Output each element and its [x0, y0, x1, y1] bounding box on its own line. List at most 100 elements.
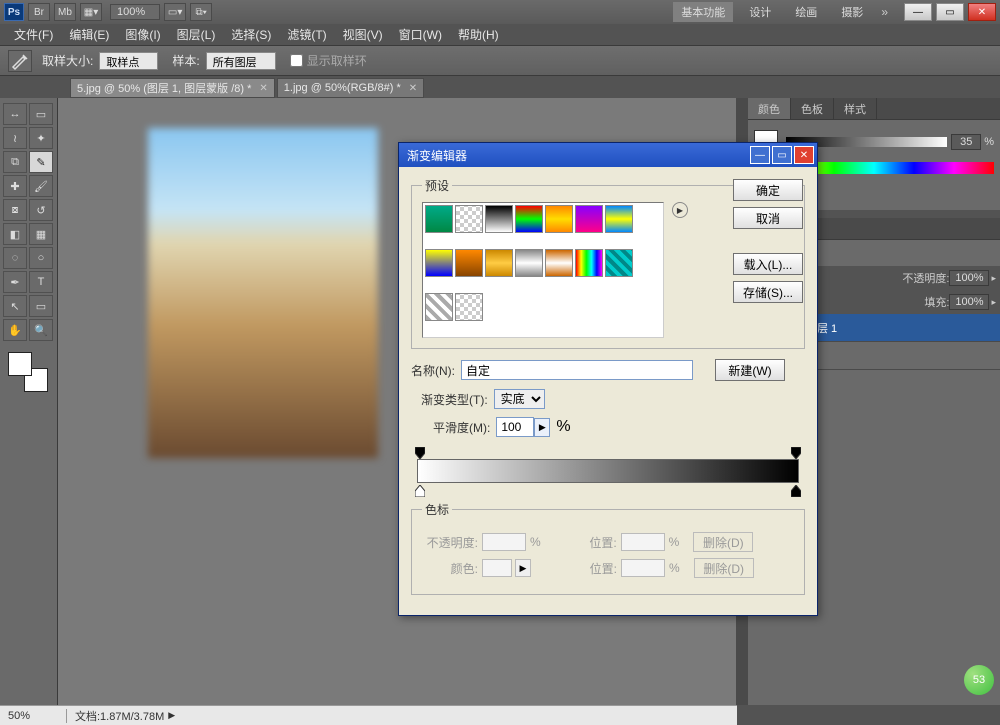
- screen-mode-button[interactable]: ▭▾: [164, 3, 186, 21]
- preset-swatch[interactable]: [455, 205, 483, 233]
- gradient-name-field[interactable]: [461, 360, 693, 380]
- move-tool[interactable]: ↔: [3, 103, 27, 125]
- save-button[interactable]: 存储(S)...: [733, 281, 803, 303]
- fg-bg-swatches[interactable]: [8, 352, 48, 392]
- smoothness-field[interactable]: [496, 417, 534, 437]
- preset-swatch[interactable]: [485, 249, 513, 277]
- gradient-type-select[interactable]: 实底: [494, 389, 545, 409]
- arrange-docs-button[interactable]: ▦▾: [80, 3, 102, 21]
- hand-tool[interactable]: ✋: [3, 319, 27, 341]
- fill-field[interactable]: 100%: [949, 294, 989, 310]
- dialog-close-button[interactable]: ✕: [794, 146, 814, 164]
- menu-filter[interactable]: 滤镜(T): [279, 24, 334, 45]
- pen-tool[interactable]: ✒: [3, 271, 27, 293]
- preset-swatch[interactable]: [545, 205, 573, 233]
- swatches-tab[interactable]: 色板: [791, 98, 834, 119]
- gradient-bar[interactable]: [411, 445, 805, 501]
- doc-tab-1[interactable]: 5.jpg @ 50% (图层 1, 图层蒙版 /8) *✕: [70, 78, 275, 98]
- chevron-right-icon[interactable]: ▶: [168, 710, 175, 721]
- menu-window[interactable]: 窗口(W): [391, 24, 450, 45]
- new-button[interactable]: 新建(W): [715, 359, 785, 381]
- preset-swatch[interactable]: [425, 293, 453, 321]
- color-value[interactable]: 35: [951, 134, 981, 150]
- preset-swatch[interactable]: [425, 249, 453, 277]
- doc-tab-2[interactable]: 1.jpg @ 50%(RGB/8#) *✕: [277, 78, 424, 98]
- color-tab[interactable]: 颜色: [748, 98, 791, 119]
- close-icon[interactable]: ✕: [259, 83, 267, 94]
- preset-swatch[interactable]: [545, 249, 573, 277]
- dialog-titlebar[interactable]: 渐变编辑器 — ▭ ✕: [399, 143, 817, 167]
- sample-size-select[interactable]: 取样点: [99, 52, 158, 70]
- preset-swatch[interactable]: [605, 205, 633, 233]
- preset-swatch[interactable]: [515, 205, 543, 233]
- menu-help[interactable]: 帮助(H): [450, 24, 507, 45]
- brush-tool[interactable]: 🖌: [29, 175, 53, 197]
- maximize-button[interactable]: ▭: [936, 3, 964, 21]
- menu-select[interactable]: 选择(S): [223, 24, 279, 45]
- blur-tool[interactable]: ◌: [3, 247, 27, 269]
- chevron-down-icon[interactable]: ▸: [991, 297, 996, 308]
- extras-button[interactable]: ⧉▾: [190, 3, 212, 21]
- load-button[interactable]: 载入(L)...: [733, 253, 803, 275]
- more-icon[interactable]: »: [881, 5, 888, 19]
- eyedropper-tool[interactable]: ✎: [29, 151, 53, 173]
- sample-select[interactable]: 所有图层: [206, 52, 276, 70]
- menu-image[interactable]: 图像(I): [117, 24, 168, 45]
- color-stop[interactable]: [415, 485, 425, 497]
- menu-file[interactable]: 文件(F): [6, 24, 61, 45]
- path-tool[interactable]: ↖: [3, 295, 27, 317]
- workspace-essentials[interactable]: 基本功能: [673, 2, 733, 22]
- opacity-field[interactable]: 100%: [949, 270, 989, 286]
- cancel-button[interactable]: 取消: [733, 207, 803, 229]
- opacity-stop[interactable]: [791, 447, 801, 459]
- wand-tool[interactable]: ✦: [29, 127, 53, 149]
- preset-menu-button[interactable]: ▶: [672, 202, 688, 218]
- preset-swatch[interactable]: [605, 249, 633, 277]
- menu-view[interactable]: 视图(V): [335, 24, 391, 45]
- chevron-down-icon[interactable]: ▸: [991, 273, 996, 284]
- preset-swatches[interactable]: [422, 202, 664, 338]
- stamp-tool[interactable]: ⧇: [3, 199, 27, 221]
- dodge-tool[interactable]: ○: [29, 247, 53, 269]
- close-icon[interactable]: ✕: [409, 83, 417, 94]
- preset-swatch[interactable]: [455, 249, 483, 277]
- marquee-tool[interactable]: ▭: [29, 103, 53, 125]
- menu-edit[interactable]: 编辑(E): [61, 24, 117, 45]
- show-ring-checkbox[interactable]: 显示取样环: [290, 52, 367, 69]
- dialog-maximize-button[interactable]: ▭: [772, 146, 792, 164]
- eraser-tool[interactable]: ◧: [3, 223, 27, 245]
- preset-swatch[interactable]: [575, 205, 603, 233]
- badge[interactable]: 53: [964, 665, 994, 695]
- menu-layer[interactable]: 图层(L): [169, 24, 224, 45]
- dialog-minimize-button[interactable]: —: [750, 146, 770, 164]
- heal-tool[interactable]: ✚: [3, 175, 27, 197]
- shape-tool[interactable]: ▭: [29, 295, 53, 317]
- lasso-tool[interactable]: ≀: [3, 127, 27, 149]
- chevron-right-icon[interactable]: ▶: [534, 418, 550, 437]
- preset-swatch[interactable]: [575, 249, 603, 277]
- foreground-color[interactable]: [8, 352, 32, 376]
- workspace-photo[interactable]: 摄影: [833, 2, 871, 22]
- preset-swatch[interactable]: [425, 205, 453, 233]
- color-stop[interactable]: [791, 485, 801, 497]
- ok-button[interactable]: 确定: [733, 179, 803, 201]
- canvas-document[interactable]: [148, 128, 378, 458]
- bridge-button[interactable]: Br: [28, 3, 50, 21]
- minimize-button[interactable]: —: [904, 3, 932, 21]
- zoom-tool[interactable]: 🔍: [29, 319, 53, 341]
- crop-tool[interactable]: ⧉: [3, 151, 27, 173]
- preset-swatch[interactable]: [455, 293, 483, 321]
- preset-swatch[interactable]: [485, 205, 513, 233]
- status-zoom[interactable]: 50%: [8, 710, 58, 722]
- close-button[interactable]: ✕: [968, 3, 996, 21]
- type-tool[interactable]: T: [29, 271, 53, 293]
- workspace-design[interactable]: 设计: [741, 2, 779, 22]
- history-tool[interactable]: ↺: [29, 199, 53, 221]
- minibridge-button[interactable]: Mb: [54, 3, 76, 21]
- opacity-stop[interactable]: [415, 447, 425, 459]
- workspace-paint[interactable]: 绘画: [787, 2, 825, 22]
- gradient-tool[interactable]: ▦: [29, 223, 53, 245]
- styles-tab[interactable]: 样式: [834, 98, 877, 119]
- preset-swatch[interactable]: [515, 249, 543, 277]
- zoom-select[interactable]: 100%: [110, 4, 160, 20]
